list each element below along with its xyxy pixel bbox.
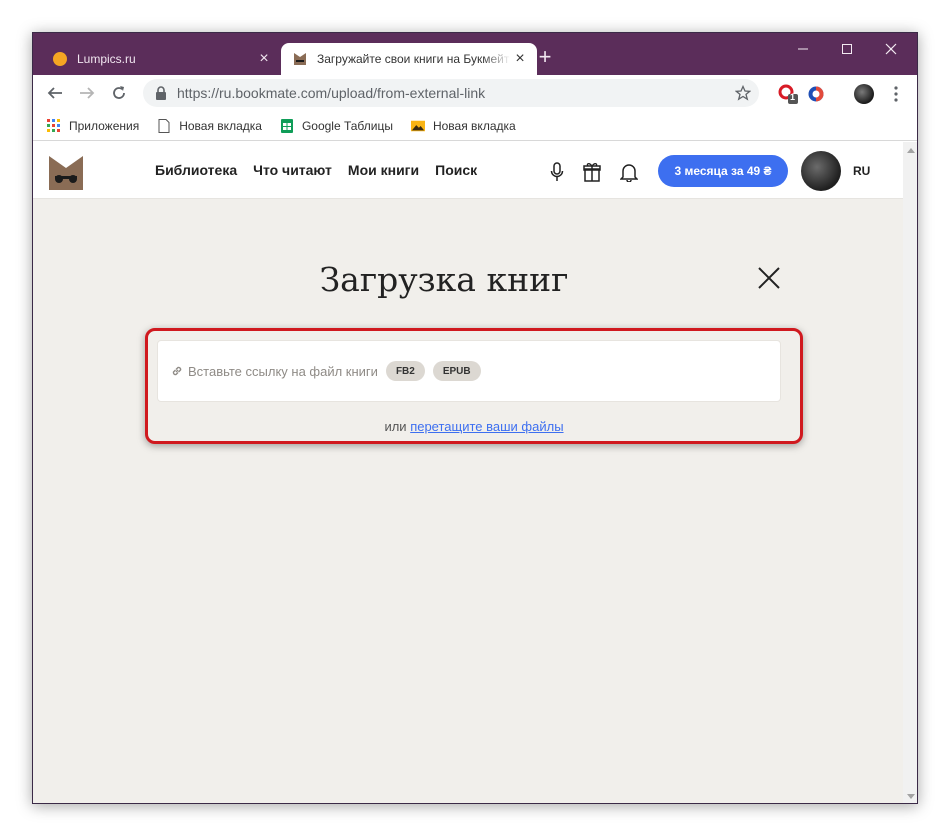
close-window-button[interactable] (869, 37, 913, 61)
upload-panel: Вставьте ссылку на файл книги FB2 EPUB и… (145, 328, 803, 444)
profile-avatar-icon[interactable] (853, 83, 875, 105)
minimize-icon (798, 48, 808, 50)
bookmark-google-sheets[interactable]: Google Таблицы (280, 118, 393, 133)
tab-lumpics[interactable]: Lumpics.ru × (41, 43, 281, 75)
new-tab-button[interactable]: + (533, 44, 557, 69)
apps-grid-icon (47, 118, 60, 132)
forward-arrow-icon (80, 87, 95, 99)
address-bar[interactable]: https://ru.bookmate.com/upload/from-exte… (143, 79, 759, 107)
url-text: https://ru.bookmate.com/upload/from-exte… (177, 85, 486, 101)
reload-icon (113, 86, 125, 99)
bookmate-favicon-icon (294, 53, 306, 65)
nav-my-books[interactable]: Мои книги (348, 162, 419, 178)
link-icon (172, 366, 182, 376)
maximize-button[interactable] (825, 37, 869, 61)
page-viewport: Библиотека Что читают Мои книги Поиск 3 … (33, 142, 903, 803)
bookmark-new-tab-2[interactable]: Новая вкладка (410, 118, 516, 133)
nav-library[interactable]: Библиотека (155, 162, 237, 178)
tab-strip: Lumpics.ru × Загружайте свои книги на Бу… (33, 33, 917, 75)
close-tab-icon[interactable]: × (255, 50, 273, 68)
subscription-promo-button[interactable]: 3 месяца за 49 ₴ (658, 155, 788, 187)
close-icon (885, 43, 897, 55)
extension-badge: 1 (790, 92, 796, 102)
maximize-icon (842, 44, 852, 54)
bookmarks-bar: Приложения Новая вкладка Google Таблицы … (33, 111, 917, 141)
or-text: или (384, 419, 407, 434)
minimize-button[interactable] (781, 37, 825, 61)
lock-icon (156, 86, 166, 100)
sheets-icon (280, 118, 293, 133)
bookmark-star-icon[interactable] (733, 83, 753, 103)
format-chip-epub: EPUB (432, 361, 481, 381)
microphone-icon[interactable] (547, 161, 567, 183)
forward-button[interactable] (75, 81, 99, 105)
gift-icon[interactable] (582, 161, 602, 183)
lumpics-favicon-icon (53, 52, 67, 66)
bookmate-logo-icon[interactable] (49, 156, 83, 190)
bell-icon[interactable] (619, 161, 639, 183)
link-input-placeholder: Вставьте ссылку на файл книги (188, 363, 378, 379)
tab-bookmate[interactable]: Загружайте свои книги на Букмейт × (281, 43, 537, 75)
drag-files-line: или перетащите ваши файлы (148, 419, 800, 434)
menu-dots-icon[interactable] (885, 83, 907, 105)
page-title: Загрузка книг (319, 260, 569, 299)
vpn-extension-icon[interactable] (805, 83, 827, 105)
close-tab-icon[interactable]: × (511, 50, 529, 68)
scroll-down-arrow-icon[interactable] (907, 794, 915, 799)
close-icon[interactable] (757, 266, 781, 290)
bookmark-apps[interactable]: Приложения (47, 118, 140, 133)
book-link-input[interactable]: Вставьте ссылку на файл книги FB2 EPUB (157, 340, 781, 402)
language-switch[interactable]: RU (853, 164, 870, 178)
opera-extension-icon[interactable]: 1 (777, 83, 799, 105)
reload-button[interactable] (107, 81, 131, 105)
bookmark-new-tab[interactable]: Новая вкладка (157, 118, 262, 133)
nav-search[interactable]: Поиск (435, 162, 477, 178)
scroll-up-arrow-icon[interactable] (907, 148, 915, 153)
user-avatar[interactable] (801, 151, 841, 191)
drag-files-link[interactable]: перетащите ваши файлы (410, 419, 563, 434)
browser-window: Lumpics.ru × Загружайте свои книги на Бу… (32, 32, 918, 804)
bookmark-label: Новая вкладка (432, 118, 516, 133)
image-icon (410, 120, 425, 131)
tab-title: Загружайте свои книги на Букмейт (317, 52, 510, 66)
bookmark-label: Google Таблицы (301, 118, 393, 133)
vertical-scrollbar[interactable] (903, 142, 917, 803)
bookmark-label: Новая вкладка (179, 118, 262, 133)
back-button[interactable] (43, 81, 67, 105)
nav-trending[interactable]: Что читают (253, 162, 332, 178)
site-header: Библиотека Что читают Мои книги Поиск 3 … (33, 142, 903, 199)
tab-title: Lumpics.ru (77, 52, 136, 66)
page-icon (158, 118, 170, 133)
format-chip-fb2: FB2 (385, 361, 425, 381)
browser-toolbar: https://ru.bookmate.com/upload/from-exte… (33, 75, 917, 111)
main-nav: Библиотека Что читают Мои книги Поиск (155, 162, 493, 178)
back-arrow-icon (47, 87, 62, 99)
bookmark-label: Приложения (69, 118, 140, 133)
